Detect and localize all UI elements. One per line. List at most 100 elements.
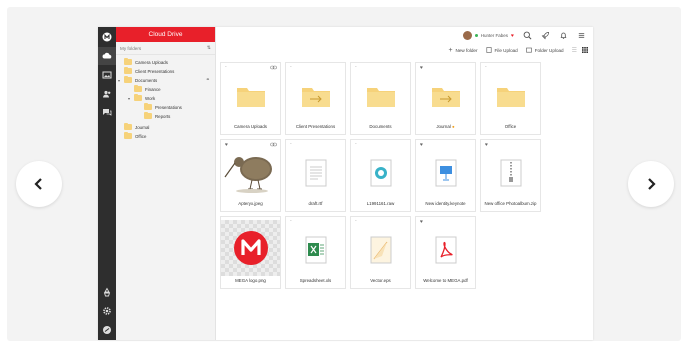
folder-upload-button[interactable]: Folder Upload <box>525 47 564 53</box>
avatar <box>462 31 472 40</box>
folder-icon <box>144 112 152 119</box>
favourite-heart-icon[interactable]: ♥ <box>420 219 423 225</box>
sort-icon[interactable]: ⇅ <box>207 45 211 51</box>
folder-icon <box>124 67 132 74</box>
mega-logo-icon[interactable] <box>101 31 113 43</box>
file-tile-documents[interactable]: - Documents <box>350 62 411 135</box>
keynote-icon <box>435 159 456 186</box>
file-upload-button[interactable]: File Upload <box>486 47 518 53</box>
chevron-right-icon <box>648 178 656 190</box>
no-label-marker: - <box>355 64 357 70</box>
zip-archive-icon <box>500 159 521 186</box>
file-name: L1991161.raw <box>366 201 395 206</box>
cloud-drive-header[interactable]: Cloud Drive <box>116 27 215 42</box>
folder-icon <box>366 87 395 107</box>
chat-icon[interactable] <box>101 106 113 118</box>
new-folder-button[interactable]: + New folder <box>448 47 477 54</box>
file-tile-draft[interactable]: - draft.rtf <box>285 139 346 212</box>
contacts-icon[interactable] <box>101 88 113 100</box>
no-label-marker: - <box>290 64 292 70</box>
file-name: Spreadsheet.xls <box>299 278 332 283</box>
cloud-drive-icon[interactable] <box>98 47 116 65</box>
pdf-icon <box>435 236 456 263</box>
tree-item-office[interactable]: Office <box>124 132 146 140</box>
no-label-marker: - <box>485 64 487 70</box>
raw-image-icon <box>370 159 391 186</box>
file-tile-keynote[interactable]: ♥ New identity.keynote <box>415 139 476 212</box>
file-tile-raw[interactable]: - L1991161.raw <box>350 139 411 212</box>
text-document-icon <box>305 159 326 186</box>
notification-bell-icon[interactable] <box>559 31 568 40</box>
file-name: Documents <box>369 124 392 129</box>
folder-icon <box>134 94 142 101</box>
search-icon[interactable] <box>523 31 532 40</box>
file-name: Client Presentations <box>295 124 336 129</box>
tree-item-camera-uploads[interactable]: Camera Uploads <box>124 58 168 66</box>
spreadsheet-icon <box>305 236 326 263</box>
tree-item-client-presentations[interactable]: Client Presentations <box>124 67 174 75</box>
file-name: Office <box>504 124 517 129</box>
favourite-heart-icon[interactable]: ♥ <box>420 142 423 148</box>
mega-logo-image <box>233 231 268 265</box>
file-tile-mega-logo[interactable]: MEGA logo.png <box>220 216 281 289</box>
list-view-icon[interactable]: ☰ <box>572 47 577 54</box>
folder-icon <box>124 76 132 83</box>
shared-folder-icon <box>301 87 330 107</box>
previous-slide-button[interactable] <box>16 161 62 207</box>
menu-icon[interactable] <box>577 31 586 40</box>
tree-item-presentations[interactable]: Presentations <box>144 103 182 111</box>
file-tile-welcome-pdf[interactable]: ♥ Welcome to MEGA.pdf <box>415 216 476 289</box>
user-menu[interactable]: Hunter Fabes ♥ <box>462 31 514 40</box>
tree-item-documents[interactable]: ▾ Documents ⚭ <box>118 76 212 84</box>
favourite-heart-icon[interactable]: ♥ <box>420 65 423 71</box>
label-star-icon: ● <box>451 124 455 129</box>
rubbish-bin-icon[interactable] <box>101 286 113 298</box>
chevron-left-icon <box>34 178 42 190</box>
collapse-arrow-icon[interactable]: ▾ <box>128 96 130 101</box>
folder-icon <box>124 132 132 139</box>
file-tile-client-presentations[interactable]: - Client Presentations <box>285 62 346 135</box>
tree-item-journal[interactable]: Journal <box>124 123 149 131</box>
sync-icon[interactable] <box>101 324 113 336</box>
favourite-heart-icon[interactable]: ♥ <box>485 142 488 148</box>
file-tile-apteryx[interactable]: ♥ Apteryx.jpeg <box>220 139 281 212</box>
tree-item-finance[interactable]: Finance <box>134 85 161 93</box>
settings-icon[interactable] <box>101 305 113 317</box>
file-name: Camera Uploads <box>234 124 267 129</box>
file-tile-vector[interactable]: - Vector.eps <box>350 216 411 289</box>
no-label-marker: - <box>355 141 357 147</box>
file-name: New identity.keynote <box>425 201 466 206</box>
user-name: Hunter Fabes <box>480 33 509 38</box>
no-label-marker: - <box>290 218 292 224</box>
vector-file-icon <box>370 236 391 263</box>
tree-item-work[interactable]: ▾ Work <box>128 94 155 102</box>
rocket-icon[interactable] <box>541 31 550 40</box>
kiwi-bird-image <box>224 157 272 193</box>
shared-folder-icon <box>431 87 460 107</box>
file-tile-office[interactable]: - Office <box>480 62 541 135</box>
folder-icon <box>496 87 525 107</box>
file-tile-photoalbum-zip[interactable]: ♥ New office Photoalbum.zip <box>480 139 541 212</box>
folder-icon <box>124 58 132 65</box>
folder-tree: Cloud Drive My folders ⇅ Camera Uploads … <box>116 27 216 340</box>
link-icon: ⚭ <box>205 77 210 83</box>
no-label-marker: - <box>355 218 357 224</box>
folder-icon <box>236 87 265 107</box>
icon-rail <box>98 27 116 340</box>
file-tile-spreadsheet[interactable]: - Spreadsheet.xls <box>285 216 346 289</box>
heart-icon: ♥ <box>511 32 514 39</box>
file-tile-camera-uploads[interactable]: - Camera Uploads <box>220 62 281 135</box>
link-icon <box>270 65 277 70</box>
folder-upload-icon <box>525 47 532 53</box>
file-tile-journal[interactable]: ♥ Journal ● <box>415 62 476 135</box>
collapse-arrow-icon[interactable]: ▾ <box>118 78 120 83</box>
photos-icon[interactable] <box>101 69 113 81</box>
next-slide-button[interactable] <box>628 161 674 207</box>
top-bar: Hunter Fabes ♥ <box>215 27 593 44</box>
grid-view-icon[interactable] <box>582 46 588 54</box>
file-name: Apteryx.jpeg <box>238 201 263 206</box>
file-name: Vector.eps <box>370 278 391 283</box>
tree-item-reports[interactable]: Reports <box>144 112 170 120</box>
folder-icon <box>144 103 152 110</box>
my-folders-header: My folders ⇅ <box>116 42 215 55</box>
